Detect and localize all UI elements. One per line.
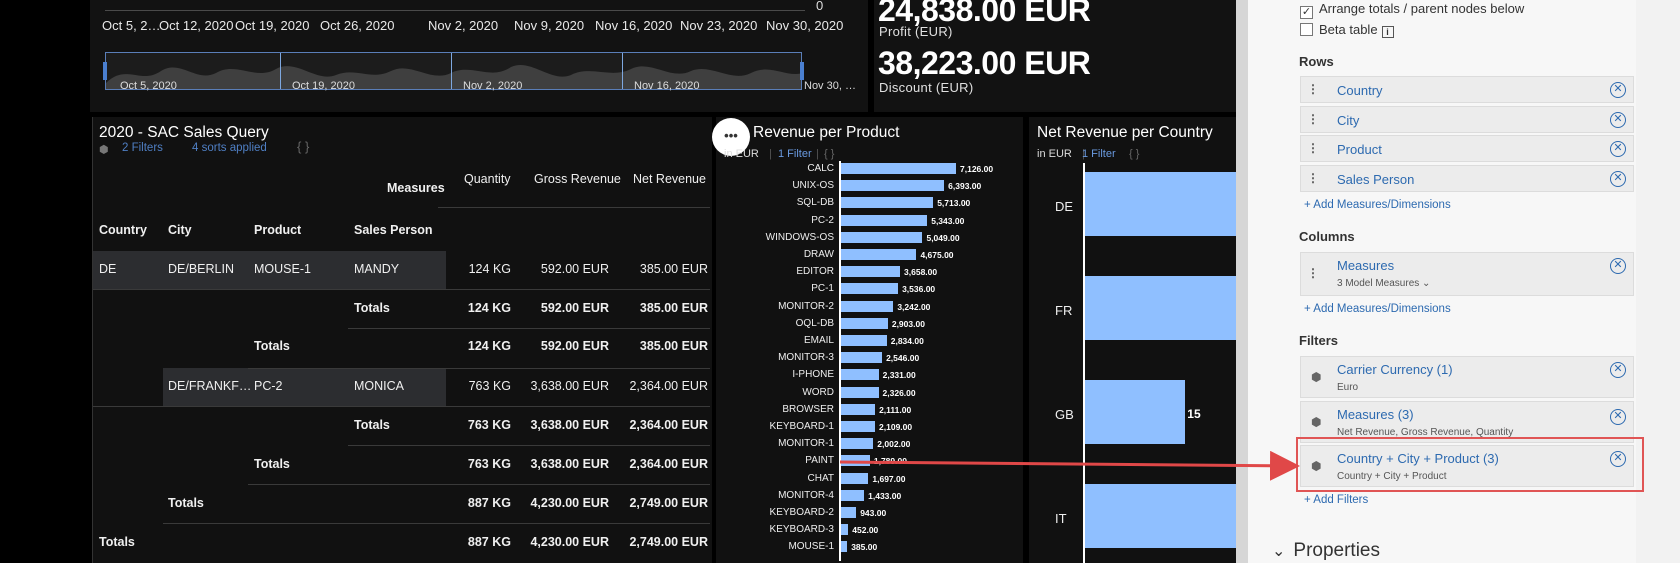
annotation-arrow [839, 450, 1300, 481]
arrow-line [839, 450, 1300, 481]
